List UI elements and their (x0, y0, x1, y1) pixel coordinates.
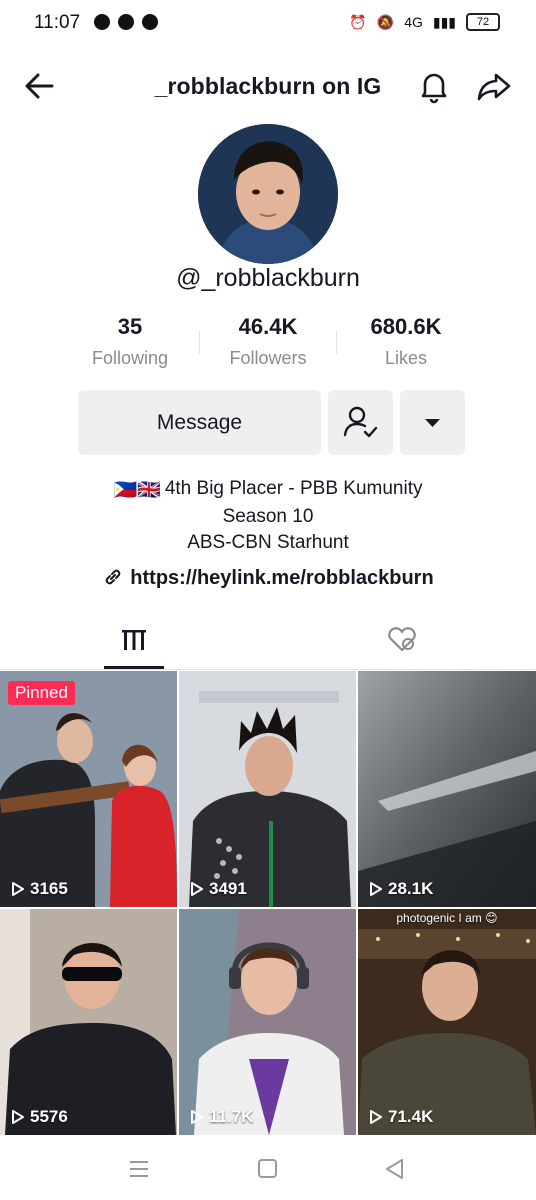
video-tile[interactable]: Pinned 3165 (0, 671, 177, 907)
recent-apps-button[interactable] (126, 1156, 152, 1182)
stat-following[interactable]: 35 Following (55, 314, 205, 369)
username: @_robblackburn (176, 264, 360, 292)
flag-emojis: 🇵🇭🇬🇧 (113, 480, 161, 501)
message-button[interactable]: Message (78, 390, 321, 455)
play-icon (191, 1110, 203, 1124)
suggested-accounts-dropdown-button[interactable] (400, 390, 465, 455)
tiktok-notification-icon (142, 14, 158, 30)
video-thumbnail (358, 909, 536, 1135)
video-thumbnail (358, 671, 536, 907)
network-label: 4G (404, 14, 423, 30)
profile-bio: 🇵🇭🇬🇧 4th Big Placer - PBB Kumunity Season… (0, 476, 536, 556)
system-navigation-bar (0, 1138, 536, 1200)
hidden-heart-icon (388, 627, 416, 652)
video-tile[interactable]: 3491 (179, 671, 356, 907)
status-bar: 11:07 ⏰ 🔕 4G ▮▮▮ 72 (0, 0, 536, 48)
pinned-badge: Pinned (8, 681, 75, 705)
tab-liked[interactable] (382, 620, 422, 660)
triangle-back-icon (386, 1159, 403, 1179)
view-count: 28.1K (368, 879, 433, 899)
bio-link[interactable]: https://heylink.me/robblackburn (0, 566, 536, 590)
view-count: 3491 (189, 879, 247, 899)
video-thumbnail (179, 671, 356, 907)
alarm-icon: ⏰ (349, 13, 367, 30)
stat-value: 46.4K (238, 314, 298, 339)
user-check-icon (343, 406, 378, 438)
stat-label: Likes (384, 348, 428, 368)
facebook-icon (118, 14, 134, 30)
battery-icon: 72 (466, 13, 500, 31)
tab-videos[interactable] (104, 620, 164, 668)
status-time: 11:07 (34, 12, 81, 33)
following-button[interactable] (328, 390, 393, 455)
play-icon (191, 882, 203, 896)
video-thumbnail (179, 909, 356, 1135)
square-icon (258, 1159, 277, 1178)
stat-label: Followers (229, 348, 307, 368)
video-thumbnail (0, 671, 177, 907)
share-button[interactable] (474, 66, 514, 106)
video-tile[interactable]: 11.7K (179, 909, 356, 1135)
notification-icons (94, 14, 158, 30)
bio-text: 4th Big Placer - PBB Kumunity (164, 478, 423, 499)
link-icon (106, 569, 121, 585)
menu-lines-icon (130, 1161, 148, 1177)
play-icon (370, 882, 382, 896)
play-icon (370, 1110, 382, 1124)
play-icon (12, 1110, 24, 1124)
video-tile[interactable]: 28.1K (358, 671, 536, 907)
video-thumbnail (0, 909, 177, 1135)
bio-line-3: ABS-CBN Starhunt (187, 532, 349, 553)
view-count: 3165 (10, 879, 68, 899)
home-button[interactable] (255, 1156, 281, 1182)
caret-down-icon (425, 419, 440, 427)
avatar[interactable] (198, 124, 338, 264)
system-icons: ⏰ 🔕 4G ▮▮▮ 72 (349, 13, 500, 31)
mute-icon: 🔕 (376, 13, 395, 30)
bio-line-1: 🇵🇭🇬🇧 4th Big Placer - PBB Kumunity (0, 476, 536, 504)
signal-icon: ▮▮▮ (432, 13, 456, 30)
grid-icon (122, 630, 146, 650)
video-tile[interactable]: photogenic I am 😊 71.4K (358, 909, 536, 1135)
stat-value: 35 (117, 314, 143, 339)
play-icon (12, 882, 24, 896)
share-arrow-icon (477, 73, 511, 101)
stat-value: 680.6K (370, 314, 442, 339)
avatar-photo (198, 124, 338, 264)
view-count: 11.7K (189, 1107, 253, 1127)
view-count-value: 11.7K (209, 1107, 254, 1126)
messenger-icon (94, 14, 110, 30)
page-title: _robblackburn on IG (154, 73, 382, 99)
video-tile[interactable]: 5576 (0, 909, 177, 1135)
tab-divider (0, 669, 536, 670)
system-back-button[interactable] (382, 1156, 408, 1182)
stat-label: Following (91, 348, 169, 368)
bio-link-text: https://heylink.me/robblackburn (130, 567, 434, 589)
view-count-value: 28.1K (388, 879, 434, 898)
stat-likes[interactable]: 680.6K Likes (331, 314, 481, 369)
profile-header: _robblackburn on IG (0, 60, 536, 112)
notification-bell-button[interactable] (414, 66, 454, 106)
bell-icon (421, 73, 447, 104)
view-count: 71.4K (368, 1107, 433, 1127)
video-caption: photogenic I am 😊 (396, 911, 498, 925)
view-count-value: 3491 (209, 879, 247, 898)
view-count-value: 3165 (30, 879, 68, 898)
view-count-value: 71.4K (388, 1107, 434, 1126)
view-count: 5576 (10, 1107, 68, 1127)
view-count-value: 5576 (30, 1107, 68, 1126)
bio-line-2: Season 10 (222, 506, 314, 527)
stat-followers[interactable]: 46.4K Followers (193, 314, 343, 369)
